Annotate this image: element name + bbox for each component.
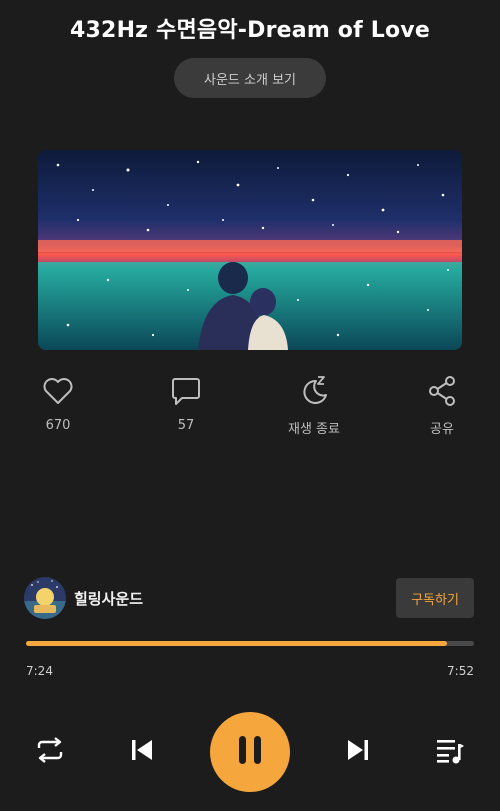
playlist-icon — [434, 736, 466, 768]
comment-icon — [170, 376, 202, 410]
comment-action[interactable]: 57 — [146, 376, 226, 433]
comment-count: 57 — [177, 418, 195, 433]
moon-sleep-icon — [298, 375, 330, 411]
next-button[interactable] — [338, 734, 378, 770]
sleep-timer-action[interactable]: 재생 종료 — [274, 376, 354, 437]
pause-button[interactable] — [210, 712, 290, 792]
sleep-timer-label: 재생 종료 — [288, 422, 340, 437]
track-title: 432Hz 수면음악-Dream of Love — [70, 18, 430, 43]
current-time: 7:24 — [26, 664, 53, 678]
total-time: 7:52 — [447, 664, 474, 678]
repeat-icon — [34, 736, 66, 768]
channel-avatar[interactable] — [24, 577, 66, 619]
repeat-button[interactable] — [30, 734, 70, 770]
like-count: 670 — [45, 418, 71, 433]
previous-button[interactable] — [122, 734, 162, 770]
channel-info[interactable]: 힐링사운드 — [24, 576, 143, 620]
pause-icon — [237, 735, 263, 769]
channel-name[interactable]: 힐링사운드 — [74, 588, 143, 609]
skip-next-icon — [344, 736, 372, 768]
share-action[interactable]: 공유 — [402, 376, 482, 437]
subscribe-button[interactable]: 구독하기 — [396, 578, 474, 618]
album-artwork — [38, 150, 462, 350]
sound-intro-button[interactable]: 사운드 소개 보기 — [174, 58, 326, 98]
share-icon — [426, 375, 458, 411]
like-action[interactable]: 670 — [18, 376, 98, 433]
skip-previous-icon — [128, 736, 156, 768]
heart-icon — [42, 376, 74, 410]
progress-fill — [26, 641, 448, 646]
playlist-button[interactable] — [430, 734, 470, 770]
progress-bar[interactable] — [26, 641, 474, 646]
share-label: 공유 — [430, 422, 454, 437]
